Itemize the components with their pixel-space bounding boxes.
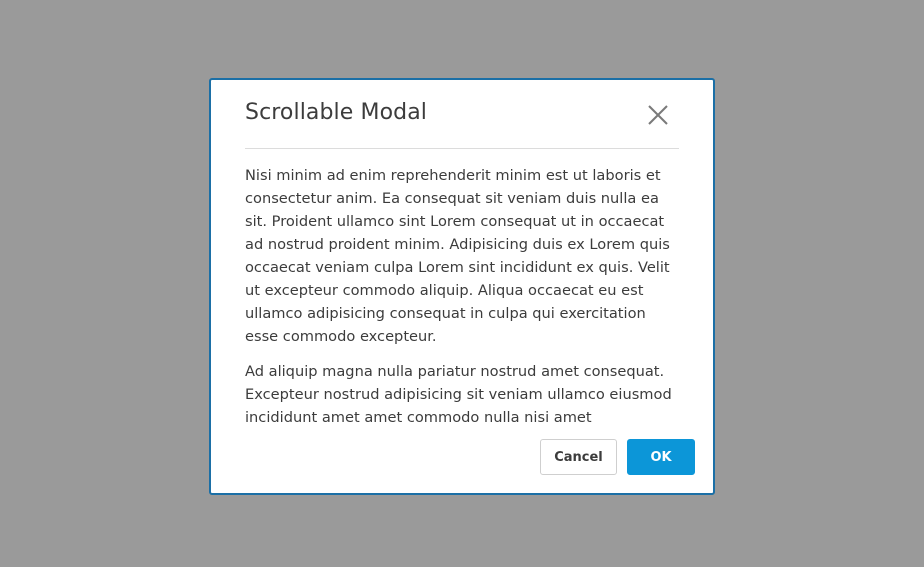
modal-footer: Cancel OK xyxy=(540,439,695,475)
modal-header: Scrollable Modal xyxy=(245,80,679,149)
scrollable-modal: Scrollable Modal Nisi minim ad enim repr… xyxy=(209,78,715,495)
close-button[interactable] xyxy=(645,102,671,128)
body-paragraph-2: Ad aliquip magna nulla pariatur nostrud … xyxy=(245,363,672,426)
cancel-button[interactable]: Cancel xyxy=(540,439,617,475)
close-icon xyxy=(648,105,668,125)
ok-button[interactable]: OK xyxy=(627,439,695,475)
modal-body-scroll-area[interactable]: Nisi minim ad enim reprehenderit minim e… xyxy=(245,164,683,426)
modal-title: Scrollable Modal xyxy=(245,100,427,125)
body-paragraph-1: Nisi minim ad enim reprehenderit minim e… xyxy=(245,167,670,345)
